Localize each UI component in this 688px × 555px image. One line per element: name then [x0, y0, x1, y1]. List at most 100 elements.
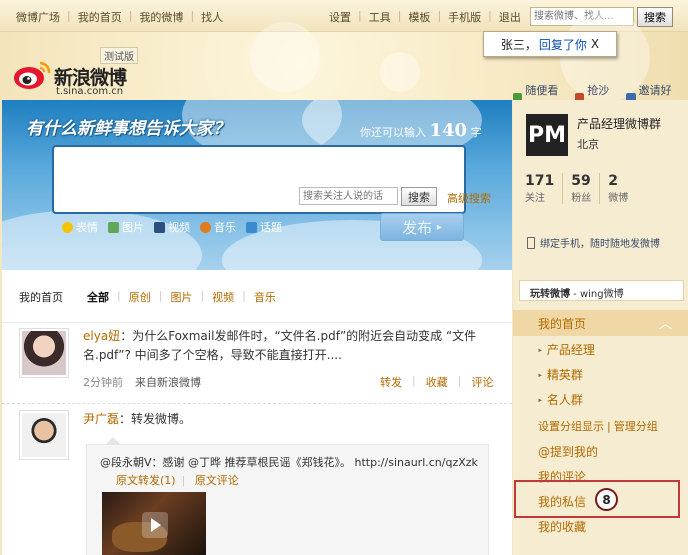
publish-button[interactable]: 发布 ▸	[380, 213, 464, 241]
nav-separator: |	[437, 9, 442, 22]
char-count-value: 140	[429, 120, 468, 141]
avatar[interactable]	[19, 328, 69, 378]
video-thumbnail[interactable]	[102, 492, 206, 555]
topic-label: 话题	[260, 221, 282, 234]
decor-bubble	[250, 22, 320, 92]
phone-icon	[527, 236, 535, 249]
emoticon-label: 表情	[76, 221, 98, 234]
topic-tool[interactable]: 话题	[246, 219, 282, 235]
post-time[interactable]: 2分钟前	[83, 376, 123, 389]
nav-mobile[interactable]: 手机版	[448, 9, 481, 25]
avatar-image	[22, 331, 66, 375]
close-icon[interactable]: X	[591, 37, 599, 51]
stat-label: 关注	[525, 193, 545, 204]
filter-separator: |	[158, 289, 163, 302]
nav-logout[interactable]: 退出	[499, 9, 521, 25]
bind-phone-link[interactable]: 绑定手机，随时随地发微博	[527, 235, 660, 250]
post-source[interactable]: 来自新浪微博	[135, 376, 201, 389]
image-tool[interactable]: 图片	[108, 219, 144, 235]
favorite-button[interactable]: 收藏	[426, 374, 448, 390]
manage-groups-link[interactable]: 管理分组	[614, 420, 658, 433]
menu-my-home[interactable]: 我的首页 ︿	[513, 310, 688, 336]
link-separator: |	[607, 420, 611, 433]
post-actions: 转发 | 收藏 | 评论	[380, 374, 493, 390]
link-separator: |	[181, 474, 186, 487]
smiley-icon	[62, 221, 73, 233]
notification-user[interactable]: 张三，	[501, 36, 537, 53]
stat-following[interactable]: 171 关注	[525, 173, 564, 204]
char-count-prefix: 你还可以输入	[360, 126, 426, 139]
profile-avatar[interactable]: PM	[526, 114, 568, 156]
menu-favorites[interactable]: 我的收藏	[538, 518, 586, 535]
video-label: 视频	[168, 221, 190, 234]
wing-weibo-banner[interactable]: 玩转微博 - wing微博	[519, 280, 684, 301]
post-content: elya妞：为什么Foxmail发邮件时，“文件名.pdf”的附近会自动变成 “…	[83, 327, 495, 365]
nav-separator: |	[190, 9, 195, 22]
group-elite[interactable]: 精英群	[537, 366, 583, 383]
nav-my-weibo[interactable]: 我的微博	[139, 9, 183, 25]
menu-my-home-label: 我的首页	[538, 317, 587, 331]
menu-mentions[interactable]: @提到我的	[538, 443, 598, 460]
stat-value: 171	[525, 173, 555, 189]
avatar[interactable]	[19, 410, 69, 460]
filter-music[interactable]: 音乐	[254, 289, 276, 305]
publisher: 有什么新鲜事想告诉大家？ 你还可以输入 140 字 表情 图片 视频 音乐 话题…	[2, 100, 512, 270]
group-settings-links: 设置分组显示 | 管理分组	[538, 418, 658, 434]
nav-tools[interactable]: 工具	[369, 9, 391, 25]
post-text: ：为什么Foxmail发邮件时，“文件名.pdf”的附近会自动变成 “文件名.p…	[83, 329, 477, 362]
top-search-button[interactable]: 搜索	[637, 7, 673, 27]
main-column: 有什么新鲜事想告诉大家？ 你还可以输入 140 字 表情 图片 视频 音乐 话题…	[2, 100, 512, 555]
music-label: 音乐	[214, 221, 236, 234]
stat-followers[interactable]: 59 粉丝	[571, 173, 601, 204]
emoticon-tool[interactable]: 表情	[62, 219, 98, 235]
reply-notification: 张三， 回复了你 X	[483, 31, 617, 57]
nav-find-people[interactable]: 找人	[201, 9, 223, 25]
play-icon	[142, 512, 168, 538]
group-product-manager[interactable]: 产品经理	[537, 341, 595, 358]
group-celebrity[interactable]: 名人群	[537, 391, 583, 408]
notification-link[interactable]: 回复了你	[539, 36, 587, 53]
feed-search-input[interactable]	[299, 187, 398, 205]
repost-button[interactable]: 转发	[380, 374, 402, 390]
publisher-title: 有什么新鲜事想告诉大家？	[26, 119, 230, 139]
feed-search-button[interactable]: 搜索	[401, 187, 437, 206]
arrow-right-icon: ▸	[436, 221, 442, 233]
reposted-content: @段永朝V：感谢 @丁晔 推荐草根民谣《郑钱花》。 http://sinaurl…	[86, 444, 489, 555]
filter-separator: |	[200, 289, 205, 302]
post-author[interactable]: 尹广磊	[83, 412, 119, 426]
set-group-display-link[interactable]: 设置分组显示	[538, 420, 604, 433]
video-tool[interactable]: 视频	[154, 219, 190, 235]
chevron-up-icon[interactable]: ︿	[659, 313, 672, 332]
topic-icon	[246, 221, 257, 233]
post-author[interactable]: elya妞	[83, 329, 120, 343]
comment-button[interactable]: 评论	[471, 374, 493, 390]
original-repost-link[interactable]: 原文转发(1)	[116, 474, 176, 487]
filter-original[interactable]: 原创	[129, 289, 151, 305]
char-count: 你还可以输入 140 字	[360, 120, 482, 141]
nav-separator: |	[128, 9, 133, 22]
stat-posts[interactable]: 2 微博	[608, 173, 636, 204]
annotation-badge: 8	[595, 488, 618, 511]
stat-value: 2	[608, 173, 618, 189]
decor-bubble	[380, 52, 420, 92]
nav-settings[interactable]: 设置	[329, 9, 351, 25]
feed-filter-bar: 我的首页 全部 | 原创 | 图片 | 视频 | 音乐	[2, 270, 512, 322]
filter-all[interactable]: 全部	[87, 289, 109, 305]
music-tool[interactable]: 音乐	[200, 219, 236, 235]
advanced-search-link[interactable]: 高级搜索	[447, 190, 491, 206]
profile-location: 北京	[577, 138, 599, 151]
feed-home-label: 我的首页	[19, 291, 63, 304]
music-icon	[200, 221, 211, 233]
nav-separator: |	[358, 9, 362, 22]
wing-prefix: 玩转微博	[530, 289, 570, 300]
profile-name[interactable]: 产品经理微博群	[577, 115, 661, 132]
filter-video[interactable]: 视频	[212, 289, 234, 305]
filter-images[interactable]: 图片	[170, 289, 192, 305]
video-icon	[154, 221, 165, 233]
post-meta: 2分钟前 来自新浪微博	[83, 374, 201, 390]
nav-my-home[interactable]: 我的首页	[78, 9, 122, 25]
feed-filters: 全部 | 原创 | 图片 | 视频 | 音乐	[87, 289, 276, 305]
nav-templates[interactable]: 模板	[408, 9, 430, 25]
nav-weibo-square[interactable]: 微博广场	[16, 9, 60, 25]
original-comment-link[interactable]: 原文评论	[195, 474, 239, 487]
